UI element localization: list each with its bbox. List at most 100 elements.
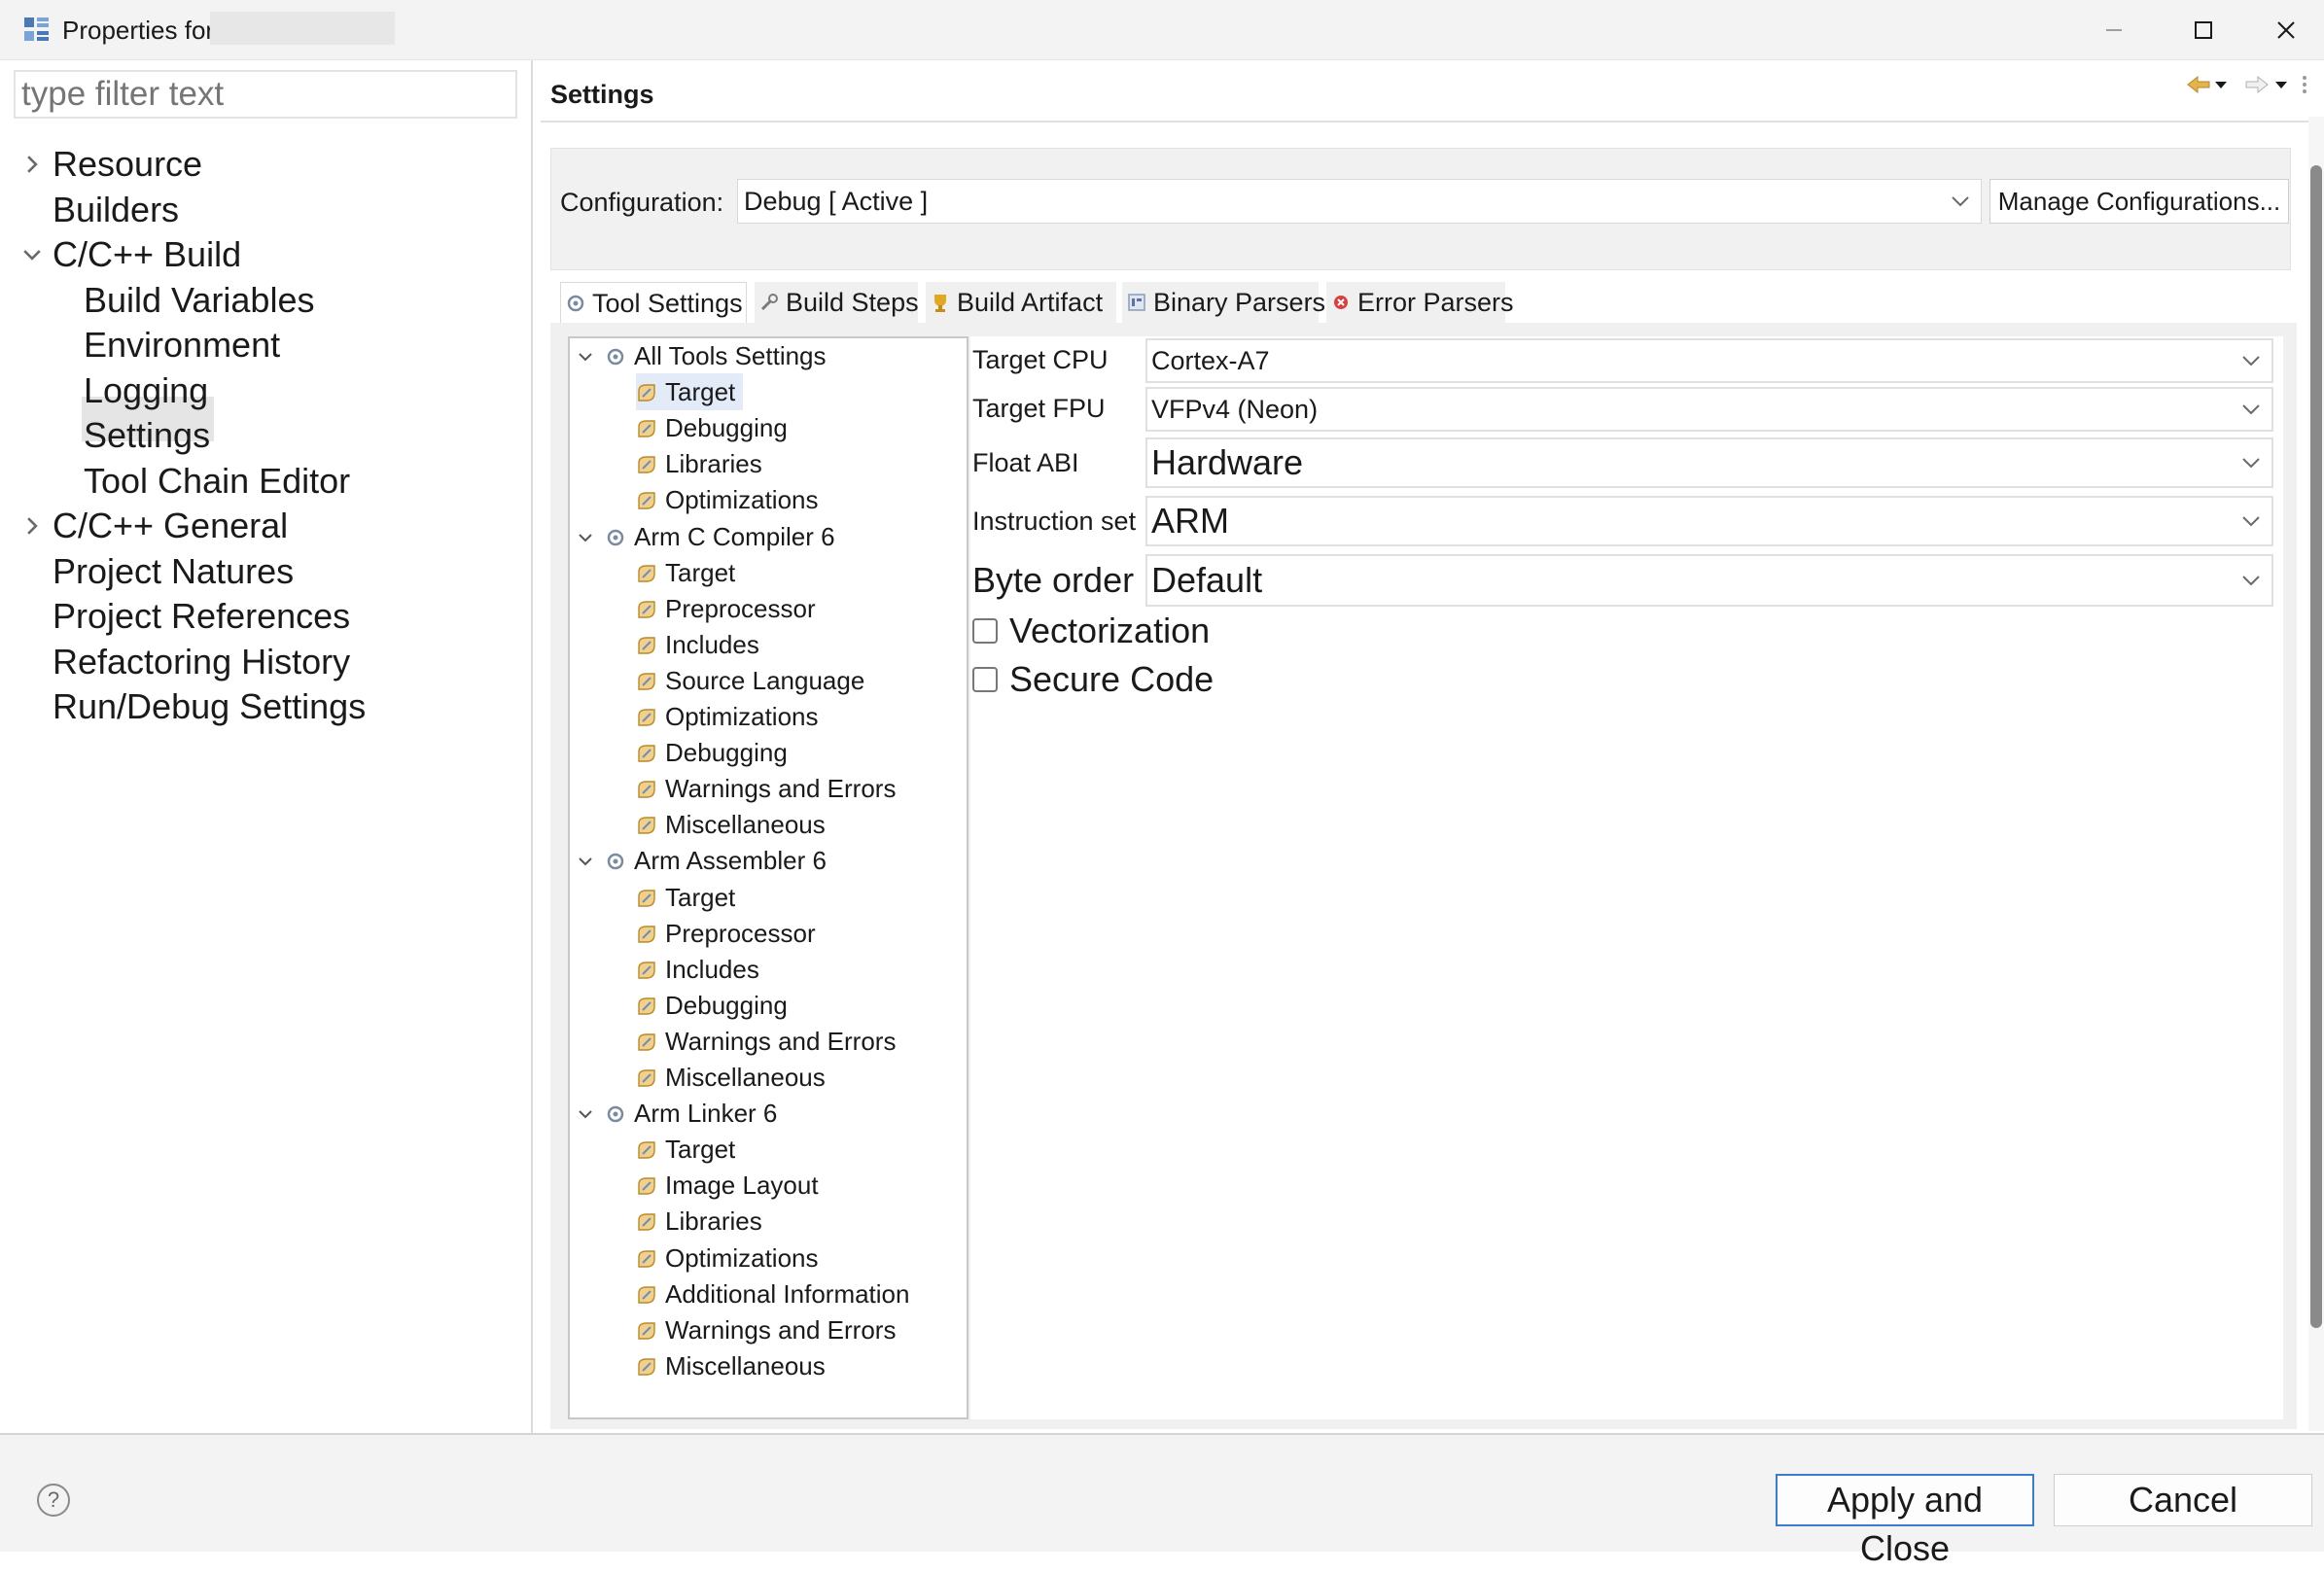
nav-item-c-c-build[interactable]: C/C++ Build — [53, 232, 241, 277]
option-category-icon — [638, 1358, 655, 1376]
vertical-scrollbar-thumb[interactable] — [2310, 165, 2322, 1328]
tab-build-artifact[interactable]: Build Artifact — [926, 282, 1116, 323]
minimize-button[interactable] — [2069, 0, 2159, 60]
nav-item-resource[interactable]: Resource — [53, 142, 202, 187]
target-cpu-select[interactable]: Cortex-A7 — [1145, 338, 2273, 383]
back-arrow-icon[interactable] — [2187, 75, 2227, 94]
option-category-icon — [638, 781, 655, 798]
secure-code-checkbox[interactable] — [972, 667, 998, 692]
nav-item-project-natures[interactable]: Project Natures — [53, 549, 294, 594]
nav-item-builders[interactable]: Builders — [53, 188, 179, 232]
instruction-set-value: ARM — [1151, 501, 1229, 541]
chevron-right-icon[interactable] — [19, 152, 45, 177]
tree-item-source-language[interactable]: Source Language — [665, 663, 864, 699]
tab-label: Binary Parsers — [1153, 288, 1326, 317]
tree-group-arm-c-compiler-6[interactable]: Arm C Compiler 6 — [634, 519, 835, 555]
tree-item-debugging[interactable]: Debugging — [665, 410, 788, 446]
float-abi-select[interactable]: Hardware — [1145, 437, 2273, 488]
tab-error-parsers[interactable]: Error Parsers — [1326, 282, 1514, 323]
tree-item-optimizations[interactable]: Optimizations — [665, 699, 819, 735]
float-abi-label: Float ABI — [972, 448, 1079, 477]
nav-item-project-references[interactable]: Project References — [53, 594, 350, 639]
tree-item-target[interactable]: Target — [665, 374, 735, 410]
tree-item-preprocessor[interactable]: Preprocessor — [665, 916, 816, 952]
tree-item-includes[interactable]: Includes — [665, 627, 759, 663]
tree-item-target[interactable]: Target — [665, 1132, 735, 1168]
tree-item-image-layout[interactable]: Image Layout — [665, 1168, 819, 1204]
tree-item-optimizations[interactable]: Optimizations — [665, 482, 819, 518]
option-category-icon — [638, 709, 655, 726]
byte-order-select[interactable]: Default — [1145, 554, 2273, 607]
tree-item-debugging[interactable]: Debugging — [665, 735, 788, 771]
nav-item-tool-chain-editor[interactable]: Tool Chain Editor — [84, 459, 350, 504]
tab-build-steps[interactable]: Build Steps — [755, 282, 919, 323]
tree-group-arm-assembler-6[interactable]: Arm Assembler 6 — [634, 843, 827, 879]
vectorization-checkbox[interactable] — [972, 618, 998, 644]
tree-group-arm-linker-6[interactable]: Arm Linker 6 — [634, 1096, 777, 1132]
maximize-button[interactable] — [2159, 0, 2248, 60]
vectorization-label: Vectorization — [1009, 611, 1211, 650]
tree-item-warnings-and-errors[interactable]: Warnings and Errors — [665, 1312, 896, 1348]
configuration-label: Configuration: — [560, 188, 724, 217]
nav-item-refactoring-history[interactable]: Refactoring History — [53, 640, 350, 684]
tree-item-preprocessor[interactable]: Preprocessor — [665, 591, 816, 627]
float-abi-value: Hardware — [1151, 442, 1304, 482]
view-menu-icon[interactable] — [2303, 76, 2306, 93]
nav-item-build-variables[interactable]: Build Variables — [84, 278, 314, 323]
target-fpu-label: Target FPU — [972, 394, 1106, 423]
cancel-button[interactable]: Cancel — [2054, 1474, 2312, 1526]
close-icon — [2277, 21, 2295, 39]
forward-arrow-icon[interactable] — [2245, 75, 2287, 94]
tree-item-libraries[interactable]: Libraries — [665, 446, 762, 482]
trophy-icon — [934, 295, 946, 312]
nav-item-logging[interactable]: Logging — [84, 368, 208, 413]
chevron-down-icon — [2242, 356, 2260, 367]
tree-item-miscellaneous[interactable]: Miscellaneous — [665, 1348, 826, 1384]
manage-configurations-button[interactable]: Manage Configurations... — [1989, 179, 2289, 224]
nav-item-run-debug-settings[interactable]: Run/Debug Settings — [53, 684, 366, 729]
wrench-icon — [760, 294, 778, 311]
help-icon[interactable]: ? — [37, 1484, 70, 1517]
chevron-down-icon[interactable] — [576, 1104, 595, 1124]
option-category-icon — [638, 456, 655, 473]
chevron-down-icon[interactable] — [576, 528, 595, 547]
chevron-down-icon[interactable] — [576, 347, 595, 367]
tree-item-libraries[interactable]: Libraries — [665, 1204, 762, 1240]
tree-item-target[interactable]: Target — [665, 555, 735, 591]
chevron-right-icon[interactable] — [19, 513, 45, 539]
option-category-icon — [638, 564, 655, 582]
tree-item-target[interactable]: Target — [665, 880, 735, 916]
tree-item-warnings-and-errors[interactable]: Warnings and Errors — [665, 771, 896, 807]
apply-and-close-button[interactable]: Apply and Close — [1776, 1474, 2034, 1568]
nav-item-c-c-general[interactable]: C/C++ General — [53, 504, 288, 548]
tab-label: Build Steps — [786, 288, 919, 317]
chevron-down-icon[interactable] — [19, 242, 45, 267]
tab-tool-settings[interactable]: Tool Settings — [560, 282, 747, 323]
nav-item-settings[interactable]: Settings — [84, 413, 210, 458]
tree-group-all-tools-settings[interactable]: All Tools Settings — [634, 338, 827, 374]
configuration-select[interactable]: Debug [ Active ] — [737, 179, 1982, 224]
option-category-icon — [638, 817, 655, 834]
chevron-down-icon[interactable] — [576, 852, 595, 871]
target-fpu-select[interactable]: VFPv4 (Neon) — [1145, 387, 2273, 432]
tree-item-warnings-and-errors[interactable]: Warnings and Errors — [665, 1024, 896, 1060]
tree-item-optimizations[interactable]: Optimizations — [665, 1241, 819, 1276]
option-category-icon — [638, 745, 655, 762]
option-category-icon — [638, 889, 655, 907]
option-category-icon — [638, 673, 655, 690]
tree-item-debugging[interactable]: Debugging — [665, 988, 788, 1024]
nav-item-environment[interactable]: Environment — [84, 323, 280, 367]
tree-item-miscellaneous[interactable]: Miscellaneous — [665, 1060, 826, 1096]
error-icon — [1334, 296, 1348, 309]
history-nav-icons — [2187, 75, 2306, 94]
close-button[interactable] — [2248, 0, 2324, 60]
tree-item-additional-information[interactable]: Additional Information — [665, 1276, 909, 1312]
secure-code-label: Secure Code — [1009, 659, 1215, 699]
tab-binary-parsers[interactable]: Binary Parsers — [1122, 282, 1325, 323]
filter-input[interactable] — [14, 70, 517, 119]
tree-item-miscellaneous[interactable]: Miscellaneous — [665, 807, 826, 843]
tab-label: Error Parsers — [1357, 288, 1514, 317]
tree-item-includes[interactable]: Includes — [665, 952, 759, 988]
chevron-down-icon — [2242, 516, 2260, 527]
instruction-set-select[interactable]: ARM — [1145, 496, 2273, 546]
